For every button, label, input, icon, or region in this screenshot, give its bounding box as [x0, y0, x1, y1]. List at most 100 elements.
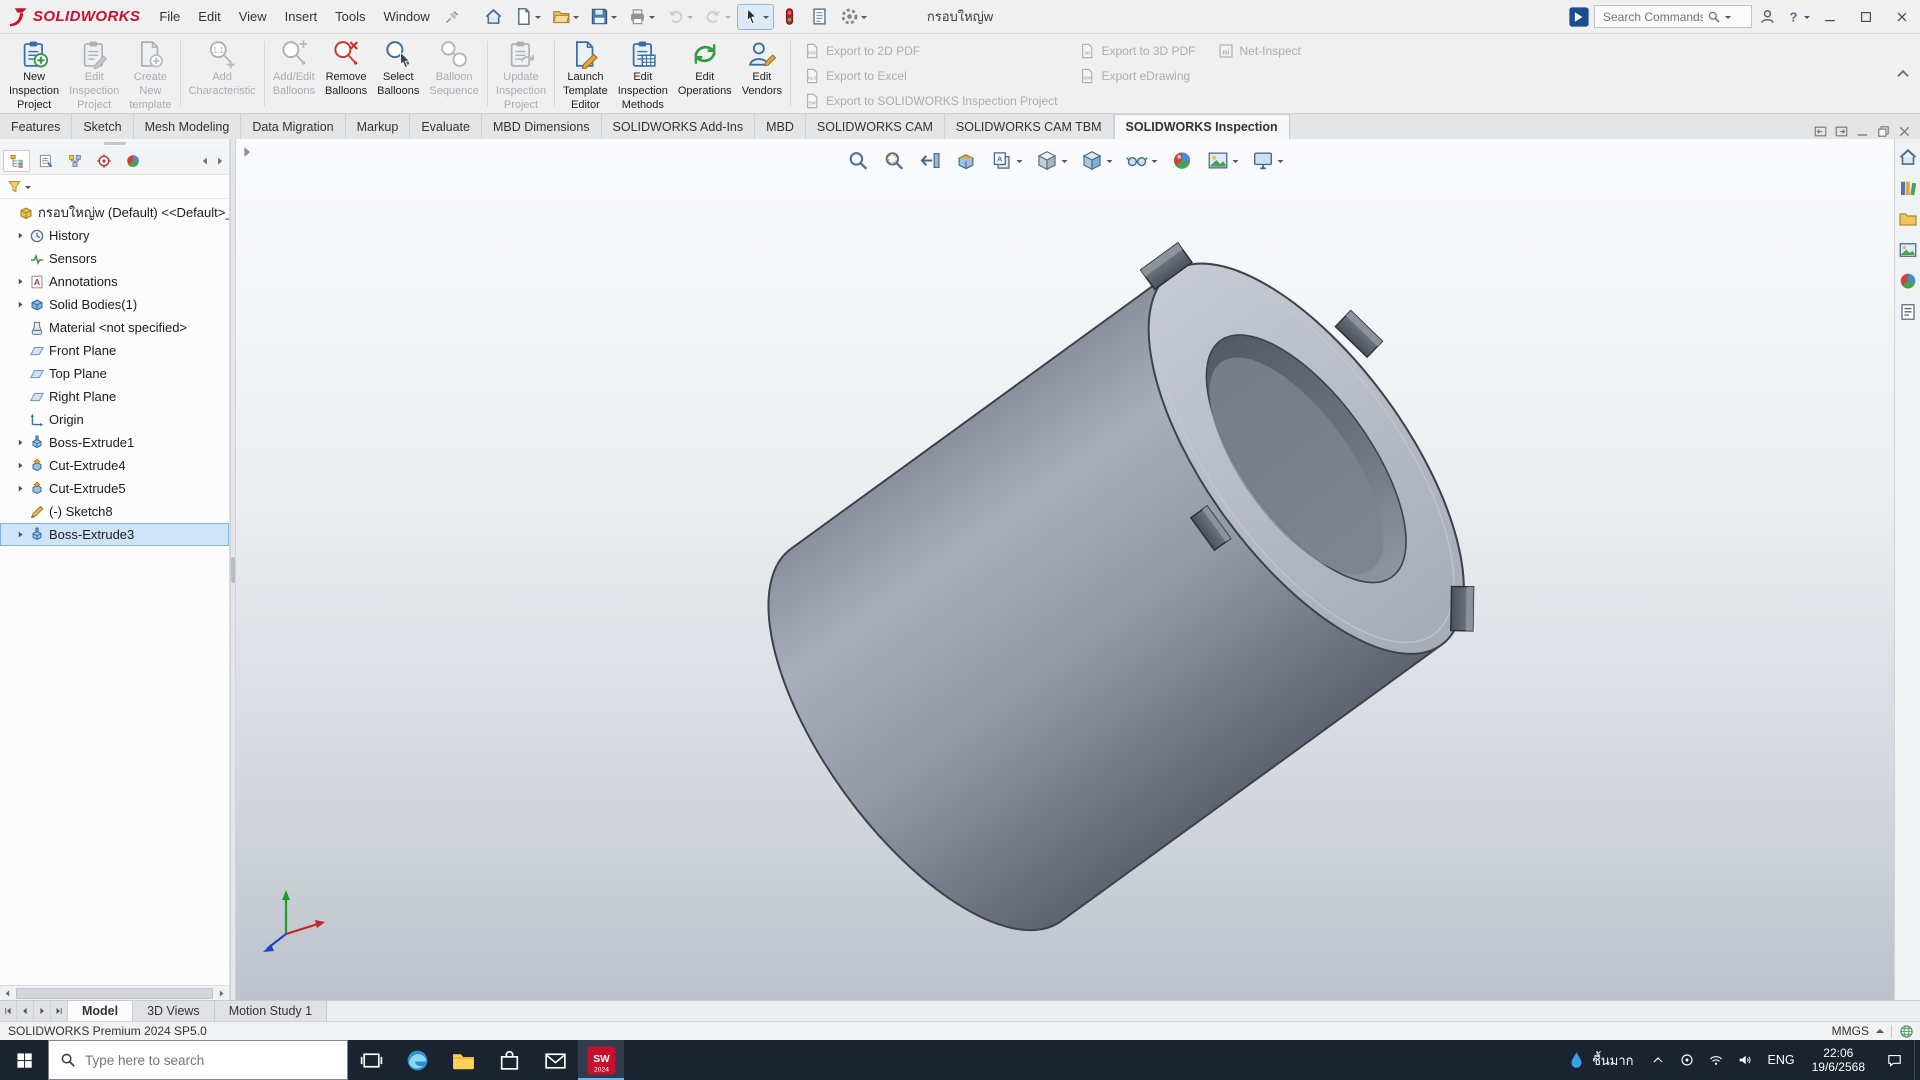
edit-vendors-button[interactable]: EditVendors [737, 36, 787, 111]
tree-item-origin[interactable]: Origin [0, 408, 229, 431]
menu-file[interactable]: File [150, 5, 189, 28]
tab-data-migration[interactable]: Data Migration [241, 114, 345, 139]
appearances-icon[interactable] [1898, 271, 1918, 291]
hidden-icons-button[interactable] [1644, 1040, 1673, 1080]
doc-tab-3d-views[interactable]: 3D Views [133, 1001, 215, 1021]
search-caret-icon[interactable] [1725, 16, 1731, 22]
file-properties-button[interactable] [805, 4, 834, 30]
save-button[interactable] [585, 4, 622, 30]
rebuild-button[interactable] [775, 4, 804, 30]
undo-button[interactable] [661, 4, 698, 30]
panel-tab-dimxpertmanager[interactable] [90, 150, 117, 172]
restore-window-button[interactable] [1876, 124, 1891, 139]
next-window-window-button[interactable] [1834, 124, 1849, 139]
pin-menu-icon[interactable] [441, 6, 463, 28]
tree-horizontal-scrollbar[interactable] [0, 985, 229, 1000]
previous-view-button[interactable] [917, 147, 944, 174]
close-window-button[interactable] [1897, 124, 1912, 139]
redo-caret-icon[interactable] [725, 16, 731, 22]
tab-scroll-next-button[interactable] [34, 1001, 51, 1021]
store-taskbar-button[interactable] [486, 1040, 532, 1080]
units-caret-icon[interactable] [1876, 1025, 1884, 1033]
launch-template-editor-button[interactable]: LaunchTemplateEditor [558, 36, 613, 111]
section-view-button[interactable] [953, 147, 980, 174]
view-settings-caret-icon[interactable] [1278, 160, 1284, 166]
solidworks-taskbar-button[interactable]: SW2024 [578, 1040, 624, 1080]
command-search[interactable] [1594, 5, 1752, 28]
start-button[interactable] [0, 1040, 48, 1080]
show-desktop-button[interactable] [1914, 1040, 1920, 1080]
mail-taskbar-button[interactable] [532, 1040, 578, 1080]
scroll-right-button[interactable] [214, 986, 229, 1001]
design-library-icon[interactable] [1898, 178, 1918, 198]
tab-solidworks-inspection[interactable]: SOLIDWORKS Inspection [1114, 114, 1290, 139]
view-settings-button[interactable] [1250, 147, 1286, 174]
panel-tab-featuremanager[interactable] [3, 150, 30, 172]
zoom-fit-button[interactable] [845, 147, 872, 174]
select-balloons-button[interactable]: SelectBalloons [372, 36, 424, 111]
expand-arrow-icon[interactable] [14, 459, 27, 472]
custom-properties-icon[interactable] [1898, 302, 1918, 322]
panel-tab-propertymanager[interactable] [32, 150, 59, 172]
tab-scroll-last-button[interactable] [51, 1001, 68, 1021]
expand-arrow-icon[interactable] [14, 275, 27, 288]
apply-scene-caret-icon[interactable] [1233, 160, 1239, 166]
tree-item-sketch8[interactable]: (-) Sketch8 [0, 500, 229, 523]
apply-scene-button[interactable] [1205, 147, 1241, 174]
home-icon[interactable] [1898, 147, 1918, 167]
tree-item-sensors[interactable]: Sensors [0, 247, 229, 270]
tree-item-cut-extrude5[interactable]: Cut-Extrude5 [0, 477, 229, 500]
edit-appearance-button[interactable] [1169, 147, 1196, 174]
tab-evaluate[interactable]: Evaluate [410, 114, 482, 139]
login-button[interactable] [1752, 3, 1782, 31]
tree-root[interactable]: กรอบใหญ่w (Default) <<Default>_Displ [0, 201, 229, 224]
print-button[interactable] [623, 4, 660, 30]
panel-tabs-scroll-left[interactable] [198, 152, 211, 170]
doc-tab-motion-study-1[interactable]: Motion Study 1 [215, 1001, 327, 1021]
options-caret-icon[interactable] [861, 16, 867, 22]
panel-tab-configurationmanager[interactable] [61, 150, 88, 172]
search-icon[interactable] [1707, 10, 1721, 24]
menu-tools[interactable]: Tools [326, 5, 374, 28]
scrollbar-thumb[interactable] [16, 988, 213, 999]
expand-arrow-icon[interactable] [14, 229, 27, 242]
view-palette-icon[interactable] [1898, 240, 1918, 260]
tree-item-material-not-specified[interactable]: Material <not specified> [0, 316, 229, 339]
print-caret-icon[interactable] [649, 16, 655, 22]
expand-arrow-icon[interactable] [14, 298, 27, 311]
tab-features[interactable]: Features [0, 114, 72, 139]
filter-caret-icon[interactable] [25, 186, 31, 192]
action-center-button[interactable] [1874, 1040, 1914, 1080]
new-document-button[interactable] [509, 4, 546, 30]
close-button[interactable] [1884, 0, 1920, 34]
minimize-button[interactable] [1812, 0, 1848, 34]
volume-button[interactable] [1731, 1040, 1760, 1080]
tree-item-right-plane[interactable]: Right Plane [0, 385, 229, 408]
search-scope-icon[interactable] [1568, 6, 1590, 28]
new-inspection-project-button[interactable]: NewInspectionProject [4, 36, 64, 111]
flyout-tree-arrow-icon[interactable] [240, 143, 254, 161]
expand-arrow-icon[interactable] [14, 436, 27, 449]
taskbar-search[interactable] [48, 1040, 348, 1080]
redo-button[interactable] [699, 4, 736, 30]
tree-item-front-plane[interactable]: Front Plane [0, 339, 229, 362]
tab-solidworks-cam[interactable]: SOLIDWORKS CAM [806, 114, 945, 139]
units-label[interactable]: MMGS [1832, 1024, 1869, 1038]
home-button[interactable] [479, 4, 508, 30]
file-explorer-icon[interactable] [1898, 209, 1918, 229]
open-button[interactable] [547, 4, 584, 30]
remove-balloons-button[interactable]: RemoveBalloons [320, 36, 372, 111]
menu-edit[interactable]: Edit [189, 5, 229, 28]
filter-icon[interactable] [7, 179, 22, 194]
graphics-viewport[interactable]: A [236, 139, 1894, 1000]
taskbar-search-input[interactable] [85, 1053, 315, 1068]
panel-tab-displaymanager[interactable] [119, 150, 146, 172]
options-button[interactable] [835, 4, 872, 30]
panel-grip[interactable] [0, 139, 229, 148]
view-orientation-button[interactable] [1034, 147, 1070, 174]
tab-solidworks-cam-tbm[interactable]: SOLIDWORKS CAM TBM [945, 114, 1114, 139]
tab-scroll-first-button[interactable] [0, 1001, 17, 1021]
open-caret-icon[interactable] [573, 16, 579, 22]
minimize-window-button[interactable] [1855, 124, 1870, 139]
tab-mesh-modeling[interactable]: Mesh Modeling [134, 114, 242, 139]
